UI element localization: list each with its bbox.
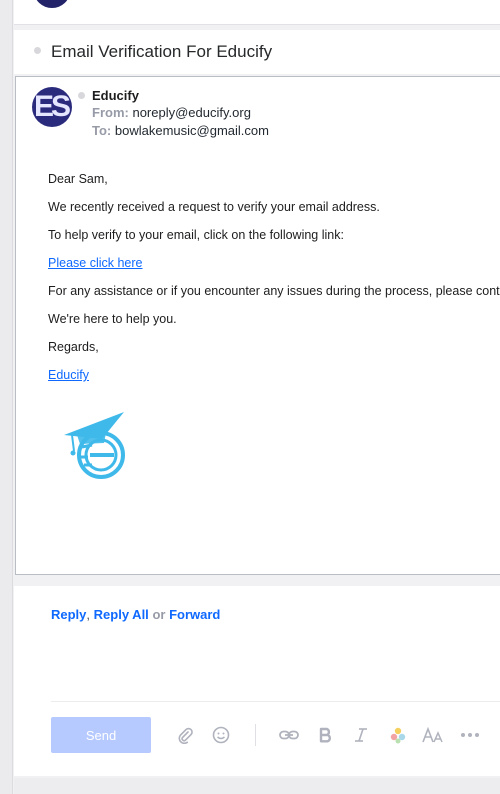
from-email[interactable]: noreply@educify.org [132,105,250,120]
bold-icon[interactable] [315,724,337,746]
toolbar-separator [255,724,256,746]
previous-message-card[interactable] [14,0,500,25]
left-rail [0,0,13,794]
previous-message-avatar [34,0,70,8]
educify-logo [62,409,132,481]
subject-dot-icon [34,47,41,54]
reply-link[interactable]: Reply [51,607,86,622]
body-line-3: For any assistance or if you encounter a… [48,284,500,298]
from-label: From: [92,105,129,120]
avatar-initials: ES [34,90,71,123]
sender-avatar[interactable]: ES [32,87,72,127]
signature-link[interactable]: Educify [48,368,89,382]
to-line: To: bowlakemusic@gmail.com [92,123,269,138]
reply-actions: Reply, Reply All or Forward [51,607,220,622]
body-line-1: We recently received a request to verify… [48,200,380,214]
send-button[interactable]: Send [51,717,151,753]
verify-link[interactable]: Please click here [48,256,143,270]
reply-separator: , [86,607,91,622]
forward-link[interactable]: Forward [169,607,220,622]
greeting: Dear Sam, [48,172,108,186]
to-email[interactable]: bowlakemusic@gmail.com [115,123,269,138]
from-line: From: noreply@educify.org [92,105,251,120]
subject-bar: Email Verification For Educify [14,30,500,74]
more-icon[interactable] [459,724,481,746]
color-icon[interactable] [387,724,409,746]
font-size-icon[interactable] [422,724,444,746]
or-text: or [152,607,166,622]
read-status-icon [78,92,85,99]
body-line-2: To help verify to your email, click on t… [48,228,344,242]
emoji-icon[interactable] [210,724,232,746]
reply-all-link[interactable]: Reply All [94,607,149,622]
regards: Regards, [48,340,99,354]
bottom-bar [14,778,500,794]
sender-name[interactable]: Educify [92,88,139,103]
to-label: To: [92,123,112,138]
email-subject: Email Verification For Educify [51,42,273,61]
italic-icon[interactable] [350,724,372,746]
compose-divider [51,701,500,702]
message-card: ES Educify From: noreply@educify.org To:… [15,76,500,575]
body-line-4: We're here to help you. [48,312,177,326]
link-icon[interactable] [278,724,300,746]
attachment-icon[interactable] [174,724,196,746]
